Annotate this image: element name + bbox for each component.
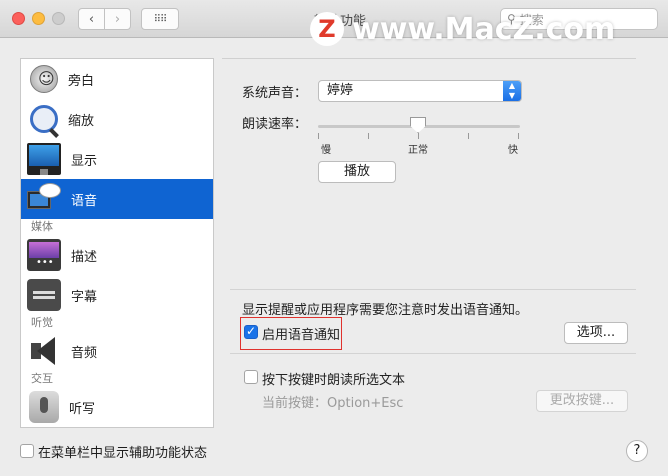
- show-all-button[interactable]: ⠿⠿: [141, 8, 179, 30]
- sidebar-item-display[interactable]: 显示: [21, 139, 213, 179]
- sidebar-item-dictation[interactable]: 听写: [21, 387, 213, 427]
- sidebar-group-interaction: 交互: [31, 372, 53, 385]
- rate-label: 朗读速率：: [242, 117, 308, 132]
- display-icon: [27, 143, 61, 175]
- voice-label: 系统声音：: [242, 86, 308, 101]
- voiceover-icon: [30, 65, 58, 93]
- speech-panel: 系统声音： 婷婷 ▲ ▼ 朗读速率： 慢 正常 快 播放 显示提醒或应用程序需要您…: [222, 58, 636, 428]
- show-in-menubar-label: 在菜单栏中显示辅助功能状态: [38, 446, 208, 461]
- sidebar-item-label: 显示: [71, 153, 98, 169]
- slider-thumb[interactable]: [410, 117, 426, 133]
- search-placeholder: 搜索: [519, 12, 544, 27]
- sidebar: 旁白 缩放 显示 语音 媒体 描述 字幕 听觉 音频 交互 听写: [20, 58, 214, 428]
- zoom-button[interactable]: [52, 12, 65, 25]
- change-key-button[interactable]: 更改按键...: [536, 390, 628, 412]
- captions-icon: [27, 279, 61, 311]
- sidebar-item-label: 描述: [71, 249, 98, 265]
- sidebar-item-label: 旁白: [68, 73, 95, 89]
- audio-icon: [27, 335, 61, 367]
- current-key-text: 当前按键：Option+Esc: [262, 396, 404, 411]
- chevron-left-icon: ‹: [88, 11, 95, 27]
- sidebar-item-label: 音频: [71, 345, 98, 361]
- rate-fast-label: 快: [508, 145, 518, 156]
- sidebar-group-media: 媒体: [31, 220, 53, 233]
- slider-tick: [468, 133, 469, 139]
- forward-button[interactable]: ›: [104, 8, 131, 30]
- minimize-button[interactable]: [32, 12, 45, 25]
- sidebar-item-captions[interactable]: 字幕: [21, 275, 213, 315]
- sidebar-item-audio[interactable]: 音频: [21, 331, 213, 371]
- sidebar-item-label: 语音: [71, 193, 98, 209]
- window-title: 辅助功能: [313, 14, 366, 29]
- dictation-icon: [29, 391, 59, 423]
- chevron-right-icon: ›: [114, 11, 121, 27]
- system-voice-value: 婷婷: [327, 83, 354, 98]
- sidebar-item-descriptions[interactable]: 描述: [21, 235, 213, 275]
- back-button[interactable]: ‹: [78, 8, 105, 30]
- sidebar-item-label: 字幕: [71, 289, 98, 305]
- sidebar-item-label: 缩放: [68, 113, 95, 129]
- options-button[interactable]: 选项...: [564, 322, 628, 344]
- speak-selected-text-label: 按下按键时朗读所选文本: [262, 373, 406, 388]
- descriptions-icon: [27, 239, 61, 271]
- announce-description: 显示提醒或应用程序需要您注意时发出语音通知。: [242, 303, 529, 318]
- zoom-icon: [30, 105, 58, 133]
- sidebar-item-label: 听写: [69, 401, 96, 417]
- rate-slow-label: 慢: [321, 145, 331, 156]
- search-icon: ⚲: [507, 12, 516, 26]
- title-bar: ‹ › ⠿⠿ 辅助功能 ⚲ 搜索: [0, 0, 668, 38]
- divider: [230, 353, 636, 354]
- speak-selected-text-checkbox[interactable]: [244, 370, 258, 384]
- enable-announcements-label: 启用语音通知: [262, 328, 341, 343]
- slider-tick: [368, 133, 369, 139]
- sidebar-item-voiceover[interactable]: 旁白: [21, 59, 213, 99]
- enable-announcements-checkbox[interactable]: [244, 324, 258, 339]
- sidebar-item-speech[interactable]: 语音: [21, 179, 213, 219]
- updown-arrows-icon: ▲ ▼: [503, 81, 521, 101]
- speech-icon: [27, 183, 61, 215]
- divider: [230, 289, 636, 290]
- close-button[interactable]: [12, 12, 25, 25]
- sidebar-group-hearing: 听觉: [31, 316, 53, 329]
- sidebar-item-zoom[interactable]: 缩放: [21, 99, 213, 139]
- rate-normal-label: 正常: [408, 145, 428, 156]
- grid-icon: ⠿⠿: [153, 13, 168, 25]
- slider-tick: [518, 133, 519, 139]
- search-field[interactable]: ⚲ 搜索: [500, 8, 658, 30]
- system-voice-popup[interactable]: 婷婷 ▲ ▼: [318, 80, 522, 102]
- slider-tick: [418, 133, 419, 139]
- show-in-menubar-checkbox[interactable]: [20, 444, 34, 458]
- slider-tick: [318, 133, 319, 139]
- play-button[interactable]: 播放: [318, 161, 396, 183]
- help-button[interactable]: ?: [626, 440, 648, 462]
